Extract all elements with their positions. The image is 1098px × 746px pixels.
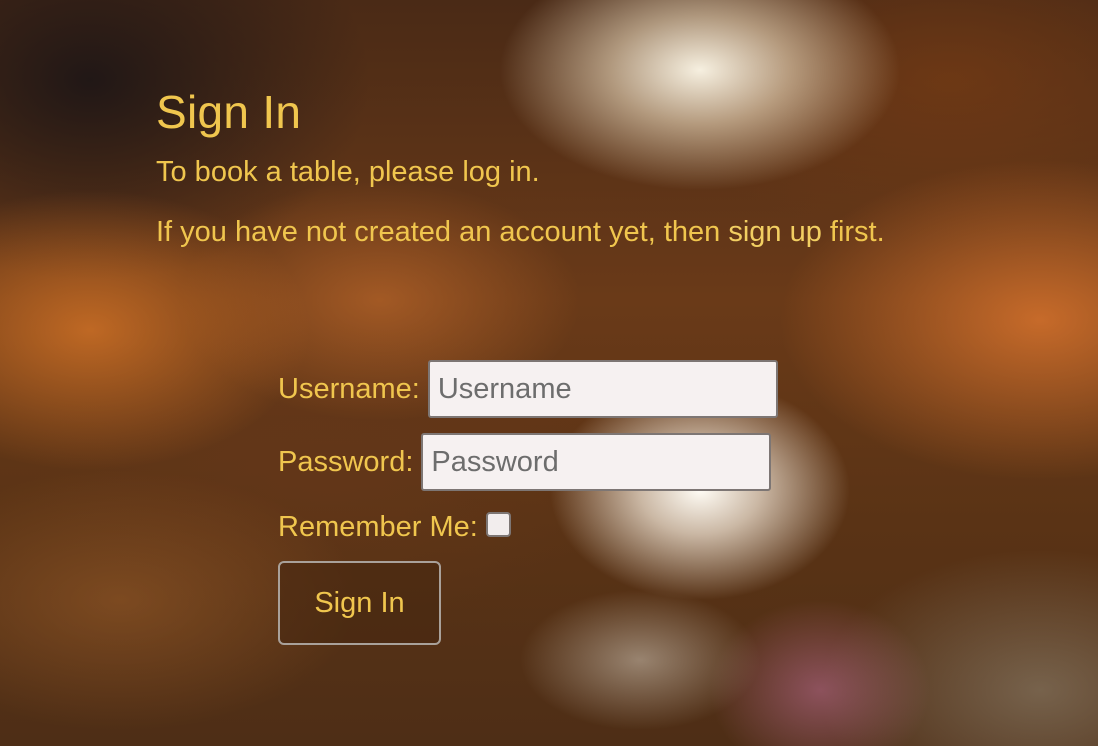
password-input[interactable] — [421, 433, 772, 491]
login-form: Username: Password: Remember Me: Sign In — [278, 360, 778, 645]
remember-row: Remember Me: — [278, 507, 778, 547]
signup-prefix-text: If you have not created an account yet, … — [156, 216, 729, 248]
password-row: Password: — [278, 433, 778, 491]
password-label: Password: — [278, 445, 414, 478]
remember-me-checkbox[interactable] — [485, 511, 511, 537]
sign-in-button[interactable]: Sign In — [278, 561, 441, 645]
remember-me-label: Remember Me: — [278, 510, 478, 543]
page-title: Sign In — [156, 86, 302, 138]
page-header: Sign In To book a table, please log in. … — [156, 82, 885, 250]
username-row: Username: — [278, 360, 778, 418]
signup-suffix-text: first. — [821, 216, 885, 248]
username-label: Username: — [278, 372, 420, 405]
intro-text: To book a table, please log in. — [156, 156, 540, 188]
signup-prompt: If you have not created an account yet, … — [156, 214, 885, 250]
signup-link[interactable]: sign up — [728, 216, 822, 248]
username-input[interactable] — [427, 360, 778, 418]
